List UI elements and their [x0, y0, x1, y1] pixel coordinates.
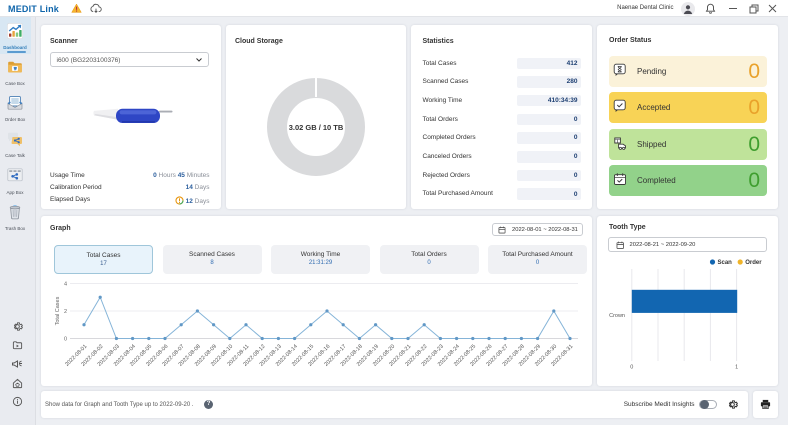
svg-text:2: 2	[64, 309, 67, 315]
svg-text:Total Cases: Total Cases	[55, 296, 61, 325]
svg-text:3.02 GB / 10 TB: 3.02 GB / 10 TB	[289, 123, 344, 132]
svg-text:Order: Order	[745, 260, 762, 266]
svg-text:0: 0	[64, 337, 67, 343]
svg-text:Crown: Crown	[609, 313, 625, 319]
svg-text:0: 0	[630, 365, 633, 371]
svg-text:1: 1	[735, 365, 738, 371]
svg-text:4: 4	[64, 282, 67, 288]
svg-text:Scan: Scan	[718, 260, 733, 266]
